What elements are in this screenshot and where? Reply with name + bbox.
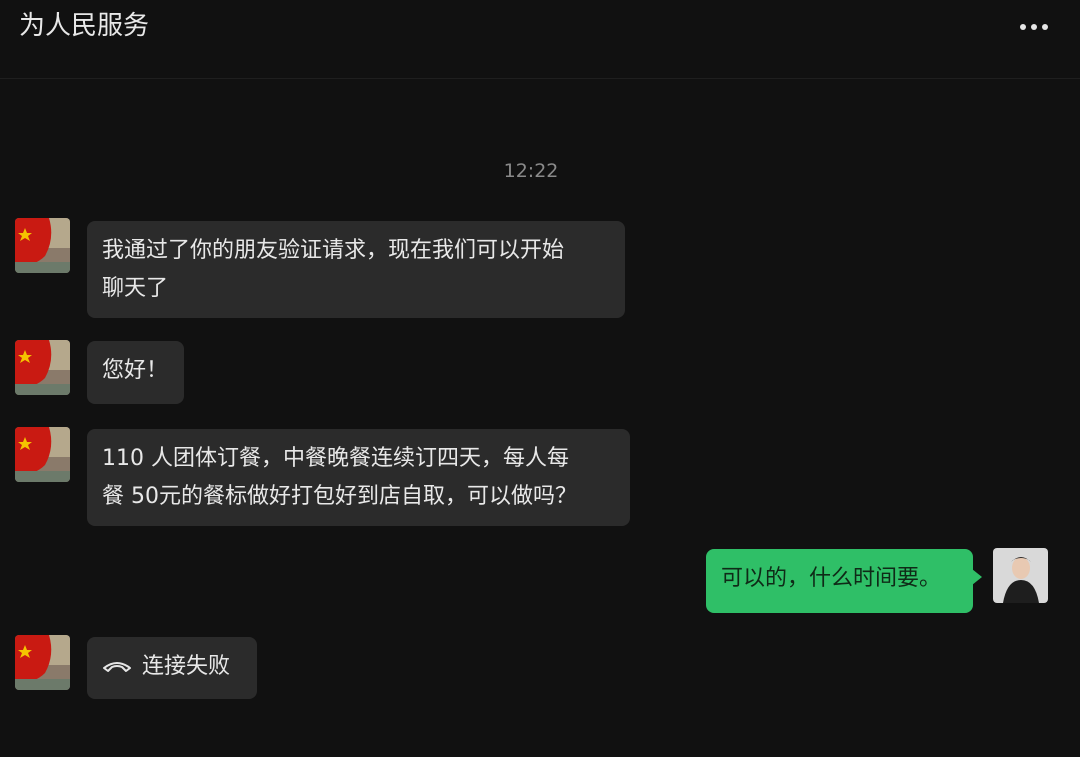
call-status-text: 连接失败	[142, 654, 231, 679]
message-bubble[interactable]: 我通过了你的朋友验证请求，现在我们可以开始 聊天了	[87, 221, 625, 318]
my-avatar[interactable]	[993, 548, 1048, 603]
contact-avatar[interactable]	[15, 340, 70, 395]
message-bubble[interactable]: 您好！	[87, 341, 184, 404]
timestamp: 12:22	[503, 160, 559, 182]
message-text: 我通过了你的朋友验证请求，现在我们可以开始	[102, 238, 565, 263]
message-text: 餐 50元的餐标做好打包好到店自取，可以做吗？	[102, 484, 577, 509]
contact-avatar[interactable]	[15, 635, 70, 690]
call-status-bubble[interactable]: 连接失败	[87, 637, 257, 699]
contact-avatar[interactable]	[15, 218, 70, 273]
message-text: 聊天了	[102, 276, 169, 301]
message-text: 可以的，什么时间要。	[721, 566, 942, 591]
outgoing-message-bubble[interactable]: 可以的，什么时间要。	[706, 549, 982, 613]
more-dots-icon[interactable]	[1010, 14, 1058, 40]
chat-header: 为人民服务	[0, 0, 1080, 79]
message-text: 您好！	[102, 358, 169, 383]
message-bubble[interactable]: 110 人团体订餐，中餐晚餐连续订四天，每人每 餐 50元的餐标做好打包好到店自…	[87, 429, 630, 526]
message-text: 110 人团体订餐，中餐晚餐连续订四天，每人每	[102, 446, 569, 471]
chat-title: 为人民服务	[19, 11, 150, 41]
phone-hangup-icon	[102, 648, 132, 686]
contact-avatar[interactable]	[15, 427, 70, 482]
